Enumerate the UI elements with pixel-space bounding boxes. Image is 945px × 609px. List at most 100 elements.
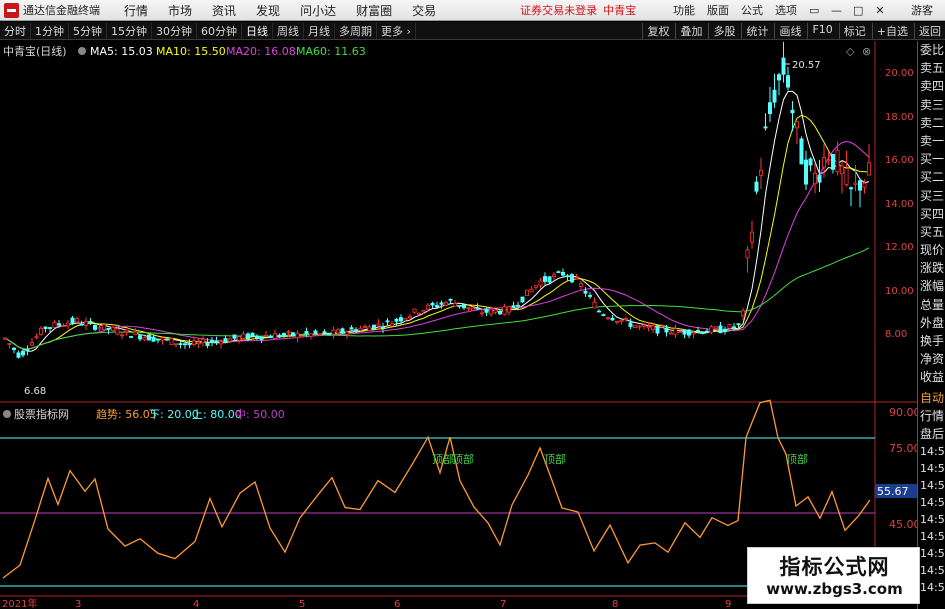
candle-body xyxy=(362,326,367,328)
menu-ask[interactable]: 问小达 xyxy=(290,2,346,19)
sidebar-item[interactable]: 净资 xyxy=(918,350,945,368)
multi-stock-button[interactable]: 多股 xyxy=(708,22,739,39)
sidebar-item[interactable]: 卖二 xyxy=(918,114,945,132)
sidebar-item[interactable]: 涨幅 xyxy=(918,277,945,295)
candle-body xyxy=(88,320,93,323)
x-tick: 3 xyxy=(75,599,81,609)
candle-body xyxy=(817,174,822,183)
candle-body xyxy=(290,332,295,337)
period-tab-15min[interactable]: 15分钟 xyxy=(107,22,152,39)
candle-body xyxy=(664,327,669,333)
candle-body xyxy=(16,352,21,358)
sidebar-item[interactable]: 委比 xyxy=(918,41,945,59)
candle-body xyxy=(470,307,475,311)
menu-news[interactable]: 资讯 xyxy=(202,2,246,19)
sidebar-item[interactable]: 买三 xyxy=(918,187,945,205)
indicator-settings-icon[interactable] xyxy=(3,410,11,418)
sidebar-tab-after[interactable]: 盘后 xyxy=(918,425,945,443)
menu-discover[interactable]: 发现 xyxy=(246,2,290,19)
sidebar-tab-auto[interactable]: 自动 xyxy=(918,389,945,407)
period-tab-daily[interactable]: 日线 xyxy=(242,22,273,39)
menu-wealth[interactable]: 财富圈 xyxy=(346,2,402,19)
candle-body xyxy=(322,331,327,334)
sidebar-item[interactable]: 涨跌 xyxy=(918,259,945,277)
period-tab-timeshare[interactable]: 分时 xyxy=(0,22,31,39)
sidebar-tab-quotes[interactable]: 行情 xyxy=(918,407,945,425)
candle-body xyxy=(434,304,439,308)
chart-settings-icon[interactable] xyxy=(78,47,86,55)
login-warning[interactable]: 证券交易未登录 xyxy=(520,2,597,18)
period-tab-5min[interactable]: 5分钟 xyxy=(69,22,107,39)
back-button[interactable]: 返回 xyxy=(914,22,945,39)
top-label: 顶部 xyxy=(452,452,474,466)
add-watchlist-button[interactable]: +自选 xyxy=(871,22,912,39)
sidebar-item[interactable]: 卖四 xyxy=(918,77,945,95)
menu-trade[interactable]: 交易 xyxy=(402,2,446,19)
period-tab-multi[interactable]: 多周期 xyxy=(335,22,377,39)
guest-label[interactable]: 游客 xyxy=(905,2,939,18)
candle-body xyxy=(254,335,259,339)
candle-body xyxy=(822,157,827,168)
sidebar-time: 14:56 xyxy=(920,530,945,544)
close-icon[interactable]: ✕ xyxy=(869,4,891,17)
mark-button[interactable]: 标记 xyxy=(838,22,870,39)
menu-market[interactable]: 市场 xyxy=(158,2,202,19)
period-tab-30min[interactable]: 30分钟 xyxy=(152,22,197,39)
mid-label: 中: 50.00 xyxy=(235,408,285,421)
sidebar-item[interactable]: 买五 xyxy=(918,223,945,241)
sidebar-item[interactable]: 买一 xyxy=(918,150,945,168)
candle-body xyxy=(245,333,250,340)
restore-icon[interactable]: ▭ xyxy=(803,4,825,17)
candle-body xyxy=(466,307,471,310)
kline-chart[interactable]: 中青宝(日线) MA5: 15.03 MA10: 15.50 MA20: 16.… xyxy=(0,41,917,609)
menu-quotes[interactable]: 行情 xyxy=(114,2,158,19)
candle-body xyxy=(304,331,309,335)
candle-body xyxy=(601,314,606,317)
minimize-icon[interactable]: — xyxy=(825,4,847,17)
candle-body xyxy=(583,290,588,294)
candle-body xyxy=(259,336,264,340)
candle-body xyxy=(227,338,232,342)
sidebar-item[interactable]: 收益 xyxy=(918,368,945,386)
sidebar-item[interactable]: 卖三 xyxy=(918,96,945,114)
candle-body xyxy=(610,317,615,321)
candle-body xyxy=(173,343,178,346)
adjust-button[interactable]: 复权 xyxy=(642,22,673,39)
maximize-icon[interactable]: □ xyxy=(847,4,869,17)
period-tab-more[interactable]: 更多 › xyxy=(377,22,416,39)
candle-body xyxy=(295,332,300,339)
draw-line-button[interactable]: 画线 xyxy=(774,22,805,39)
overlay-button[interactable]: 叠加 xyxy=(675,22,706,39)
ma10-line xyxy=(4,114,870,350)
sidebar-item[interactable]: 外盘 xyxy=(918,314,945,332)
price-tick: 16.00 xyxy=(885,155,914,166)
chart-menu-icon[interactable]: ◇ xyxy=(846,45,855,58)
stats-button[interactable]: 统计 xyxy=(741,22,772,39)
menu-formula[interactable]: 公式 xyxy=(735,2,769,18)
sidebar-item[interactable]: 买二 xyxy=(918,168,945,186)
f10-button[interactable]: F10 xyxy=(807,22,836,39)
period-tab-60min[interactable]: 60分钟 xyxy=(197,22,242,39)
candle-body xyxy=(66,322,71,327)
period-tab-weekly[interactable]: 周线 xyxy=(273,22,304,39)
candle-body xyxy=(637,325,642,328)
sidebar-item[interactable]: 卖一 xyxy=(918,132,945,150)
period-tab-1min[interactable]: 1分钟 xyxy=(31,22,69,39)
sidebar-item[interactable]: 现价 xyxy=(918,241,945,259)
sidebar-item[interactable]: 买四 xyxy=(918,205,945,223)
sidebar-item[interactable]: 换手 xyxy=(918,332,945,350)
sidebar-item[interactable]: 总量 xyxy=(918,296,945,314)
sidebar-item[interactable]: 卖五 xyxy=(918,59,945,77)
candle-body xyxy=(849,187,854,190)
candle-body xyxy=(484,308,489,313)
watermark-url: www.zbgs3.com xyxy=(766,580,903,598)
menu-options[interactable]: 选项 xyxy=(769,2,803,18)
period-tab-monthly[interactable]: 月线 xyxy=(304,22,335,39)
menu-layout[interactable]: 版面 xyxy=(701,2,735,18)
candle-body xyxy=(187,343,192,346)
menu-function[interactable]: 功能 xyxy=(667,2,701,18)
chart-close-icon[interactable]: ⊗ xyxy=(862,45,871,58)
candle-body xyxy=(592,301,597,309)
candle-body xyxy=(552,274,557,278)
candle-body xyxy=(772,89,777,103)
